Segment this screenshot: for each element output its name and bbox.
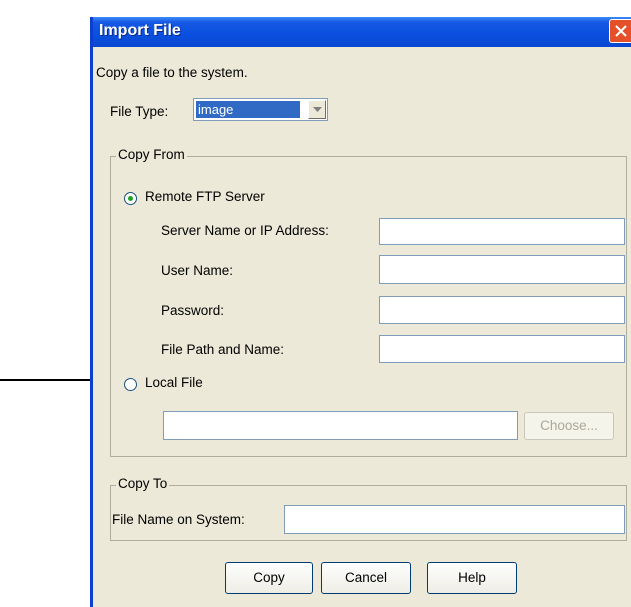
password-label: Password: [161,303,225,318]
cancel-button[interactable]: Cancel [321,562,411,594]
title-bar[interactable]: Import File [93,17,631,47]
file-path-label: File Path and Name: [161,342,285,357]
local-file-label[interactable]: Local File [145,375,203,390]
dialog-description: Copy a file to the system. [96,65,248,80]
dialog-title: Import File [99,22,181,39]
file-type-select[interactable]: image [193,98,328,121]
file-type-label: File Type: [110,104,169,119]
close-icon [615,25,627,37]
file-name-on-system-input[interactable] [284,505,625,534]
file-path-input[interactable] [379,335,625,363]
close-button[interactable] [609,19,631,43]
copy-to-legend: Copy To [116,476,170,491]
chevron-down-icon [313,107,322,112]
radio-selected-dot [128,196,133,201]
file-type-dropdown-button[interactable] [308,100,326,119]
help-button[interactable]: Help [427,562,517,594]
import-file-dialog: Import File Copy a file to the system. F… [90,17,631,607]
remote-ftp-label[interactable]: Remote FTP Server [145,189,265,204]
file-type-selected-value: image [196,101,300,118]
copy-from-legend: Copy From [116,147,187,162]
password-input[interactable] [379,296,625,324]
server-name-label: Server Name or IP Address: [161,223,329,238]
user-name-label: User Name: [161,263,234,278]
local-file-radio[interactable] [124,378,137,391]
choose-button[interactable]: Choose... [524,412,614,440]
remote-ftp-radio[interactable] [124,192,137,205]
file-name-on-system-label: File Name on System: [112,512,245,527]
local-file-input[interactable] [163,411,518,440]
user-name-input[interactable] [379,255,625,284]
server-name-input[interactable] [379,218,625,245]
copy-button[interactable]: Copy [225,562,313,594]
